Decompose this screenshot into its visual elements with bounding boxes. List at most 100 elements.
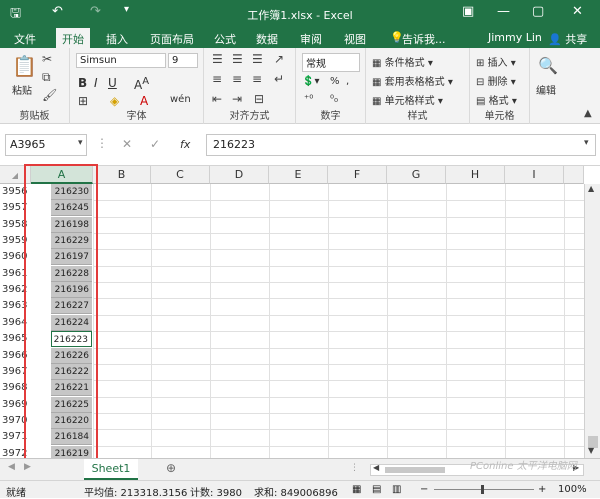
wrap-text-icon[interactable]: ↵ xyxy=(274,72,284,86)
row-header[interactable]: 3968 xyxy=(0,380,31,396)
cell-a[interactable]: 216230 xyxy=(51,184,92,200)
format-cells-button[interactable]: ▤ 格式 ▾ xyxy=(476,92,517,107)
row-header[interactable]: 3966 xyxy=(0,348,31,364)
row-header[interactable]: 3964 xyxy=(0,315,31,331)
normal-view-icon[interactable]: ▦ xyxy=(352,484,361,495)
page-break-view-icon[interactable]: ▥ xyxy=(392,484,401,495)
zoom-out-icon[interactable]: − xyxy=(420,484,428,495)
page-layout-view-icon[interactable]: ▤ xyxy=(372,484,381,495)
name-box-dropdown-icon[interactable]: ▾ xyxy=(78,138,83,148)
cell-styles-button[interactable]: ▦ 单元格样式 ▾ xyxy=(372,92,443,107)
column-header-c[interactable]: C xyxy=(151,166,210,184)
cell-a[interactable]: 216228 xyxy=(51,265,92,282)
cell-a[interactable]: 216197 xyxy=(51,249,92,266)
cell-a[interactable]: 216245 xyxy=(51,200,92,217)
cell-a[interactable]: 216229 xyxy=(51,233,92,250)
name-box[interactable]: A3965 xyxy=(5,134,87,156)
cut-icon[interactable]: ✂ xyxy=(42,52,52,66)
font-grow-icon[interactable]: AA xyxy=(134,76,149,92)
collapse-ribbon-icon[interactable]: ▲ xyxy=(584,108,592,119)
paste-button[interactable]: 粘贴 xyxy=(12,82,32,97)
column-header-e[interactable]: E xyxy=(269,166,328,184)
cell-a[interactable]: 216219 xyxy=(51,445,92,458)
worksheet-grid[interactable]: ◢ A B C D E F G H I 3956 216230 3957 216245… xyxy=(0,166,600,458)
merge-center-icon[interactable]: ⊟ xyxy=(254,92,264,106)
select-all-corner[interactable]: ◢ xyxy=(0,166,31,184)
comma-icon[interactable]: , xyxy=(346,76,349,87)
font-color-icon[interactable]: A xyxy=(140,94,148,108)
cancel-icon[interactable]: ✕ xyxy=(122,137,132,151)
paste-icon[interactable]: 📋 xyxy=(12,54,37,78)
cell-a[interactable]: 216220 xyxy=(51,412,92,429)
delete-cells-button[interactable]: ⊟ 删除 ▾ xyxy=(476,73,516,88)
cell-a[interactable]: 216222 xyxy=(51,363,92,380)
row-header[interactable]: 3962 xyxy=(0,282,31,298)
row-header[interactable]: 3957 xyxy=(0,200,31,216)
close-icon[interactable]: ✕ xyxy=(572,4,583,19)
align-center-icon[interactable]: ≡ xyxy=(232,72,242,86)
editing-button[interactable]: 编辑 xyxy=(536,82,556,97)
decrease-decimal-icon[interactable]: ⁰₀ xyxy=(330,94,338,105)
zoom-slider-thumb[interactable] xyxy=(481,485,484,494)
tab-file[interactable]: 文件 xyxy=(14,31,36,47)
tab-formulas[interactable]: 公式 xyxy=(214,31,236,47)
tab-data[interactable]: 数据 xyxy=(256,31,278,47)
cell-a[interactable]: 216184 xyxy=(51,429,92,446)
cell-a[interactable]: 216221 xyxy=(51,380,92,397)
column-header-i[interactable]: I xyxy=(505,166,564,184)
minimize-icon[interactable]: — xyxy=(497,4,510,19)
increase-indent-icon[interactable]: ⇥ xyxy=(232,92,242,106)
row-header[interactable]: 3972 xyxy=(0,446,31,458)
align-right-icon[interactable]: ≡ xyxy=(252,72,262,86)
tell-me-search[interactable]: 告诉我... xyxy=(402,31,446,47)
column-header-a[interactable]: A xyxy=(31,166,93,184)
fill-color-icon[interactable]: ◈ xyxy=(110,94,119,108)
vertical-scrollbar[interactable]: ▲ ▼ xyxy=(584,184,600,458)
row-header[interactable]: 3960 xyxy=(0,249,31,265)
borders-icon[interactable]: ⊞ xyxy=(78,94,88,108)
next-sheet-icon[interactable]: ▶ xyxy=(24,462,31,472)
prev-sheet-icon[interactable]: ◀ xyxy=(8,462,15,472)
row-header[interactable]: 3969 xyxy=(0,397,31,413)
add-sheet-icon[interactable]: ⊕ xyxy=(166,461,176,475)
tab-splitter-icon[interactable]: ⋮ xyxy=(350,463,359,473)
user-name[interactable]: Jimmy Lin xyxy=(488,31,542,44)
underline-icon[interactable]: U xyxy=(108,76,117,90)
scroll-up-icon[interactable]: ▲ xyxy=(588,184,594,193)
sheet-tab-sheet1[interactable]: Sheet1 xyxy=(84,459,138,480)
row-header[interactable]: 3963 xyxy=(0,298,31,314)
phonetic-icon[interactable]: wén xyxy=(170,94,191,105)
font-name-select[interactable]: Simsun xyxy=(76,53,166,68)
tab-insert[interactable]: 插入 xyxy=(106,31,128,47)
orientation-icon[interactable]: ↗ xyxy=(274,52,284,66)
row-header[interactable]: 3970 xyxy=(0,413,31,429)
cell-a[interactable]: 216227 xyxy=(51,298,92,315)
scroll-down-icon[interactable]: ▼ xyxy=(588,446,594,455)
align-top-icon[interactable]: ☰ xyxy=(212,52,223,66)
row-header[interactable]: 3971 xyxy=(0,429,31,445)
tab-page-layout[interactable]: 页面布局 xyxy=(150,31,194,47)
format-as-table-button[interactable]: ▦ 套用表格格式 ▾ xyxy=(372,73,453,88)
cell-a[interactable]: 216226 xyxy=(51,347,92,364)
currency-icon[interactable]: 💲▾ xyxy=(302,76,319,87)
scroll-left-icon[interactable]: ◀ xyxy=(373,463,379,472)
increase-decimal-icon[interactable]: ⁺⁰ xyxy=(304,94,313,105)
font-size-select[interactable]: 9 xyxy=(168,53,198,68)
cell-a[interactable]: 216225 xyxy=(51,396,92,413)
row-header[interactable]: 3959 xyxy=(0,233,31,249)
find-icon[interactable]: 🔍 xyxy=(538,56,558,75)
zoom-level[interactable]: 100% xyxy=(558,484,587,495)
percent-icon[interactable]: % xyxy=(330,76,340,87)
row-header[interactable]: 3967 xyxy=(0,364,31,380)
number-format-select[interactable]: 常规 xyxy=(302,53,360,72)
column-header-partial[interactable] xyxy=(564,166,584,184)
cell-a[interactable]: 216196 xyxy=(51,282,92,299)
enter-icon[interactable]: ✓ xyxy=(150,137,160,151)
bold-icon[interactable]: B xyxy=(78,76,87,90)
row-header[interactable]: 3965 xyxy=(0,331,31,347)
zoom-in-icon[interactable]: + xyxy=(538,484,546,495)
format-painter-icon[interactable]: 🖌 xyxy=(42,88,57,102)
formula-input[interactable]: 216223 xyxy=(206,134,596,156)
align-middle-icon[interactable]: ☰ xyxy=(232,52,243,66)
column-header-h[interactable]: H xyxy=(446,166,505,184)
